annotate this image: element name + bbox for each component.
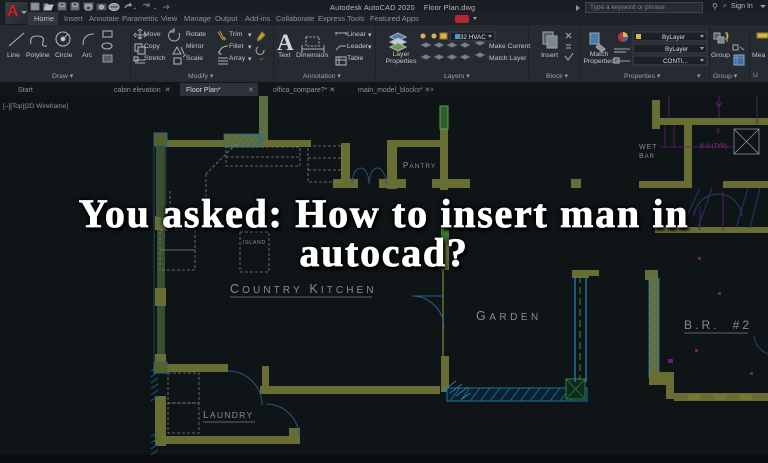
svg-text:B.R. #2: B.R. #2 — [684, 318, 752, 332]
svg-text:COUNTRY KITCHEN: COUNTRY KITCHEN — [230, 282, 377, 296]
svg-text:LAUNDRY: LAUNDRY — [203, 410, 253, 421]
svg-text:9'-0 (TYP): 9'-0 (TYP) — [700, 144, 727, 150]
svg-text:3': 3' — [716, 129, 720, 135]
svg-text:WET: WET — [639, 144, 658, 151]
svg-text:PANTRY: PANTRY — [403, 161, 436, 170]
svg-text:GARDEN: GARDEN — [476, 309, 542, 323]
svg-text:BAR: BAR — [639, 153, 655, 160]
